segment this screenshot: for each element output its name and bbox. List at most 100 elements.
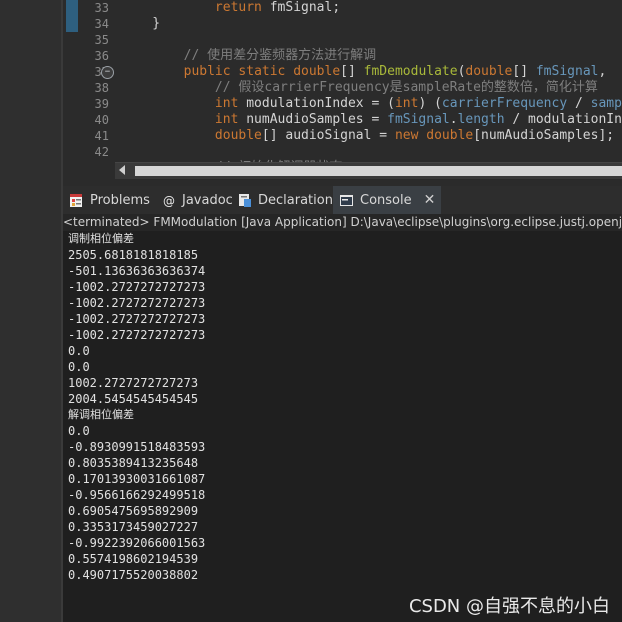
code-token: fmDemodulate [363, 64, 458, 79]
code-token: int [394, 96, 419, 111]
code-token: / [567, 96, 591, 111]
console-line: 0.6905475695892909 [68, 504, 199, 518]
console-icon [339, 193, 354, 208]
console-line: -1002.2727272727273 [68, 280, 206, 294]
code-line[interactable]: double[] audioSignal = new double[numAud… [121, 128, 614, 144]
code-token: [] audioSignal = [261, 128, 395, 143]
console-line: -0.9922392066001563 [68, 536, 206, 550]
code-token: int [214, 96, 247, 111]
close-icon[interactable]: ✕ [424, 192, 436, 208]
svg-text:@: @ [163, 194, 175, 208]
code-token: . [449, 112, 458, 127]
console-line: 0.8035389413235648 [68, 456, 199, 470]
line-number: 43 [79, 160, 109, 163]
line-number: 35 [94, 33, 109, 47]
console-line: 0.0 [68, 360, 90, 374]
tab-problems[interactable]: Problems [69, 186, 150, 214]
console-line: -1002.2727272727273 [68, 296, 206, 310]
code-token: fmSignal [535, 64, 599, 79]
code-token: double [465, 64, 513, 79]
console-line: 调制相位偏差 [68, 232, 134, 245]
tab-console[interactable]: Console ✕ [333, 186, 441, 214]
code-token: length [457, 112, 505, 127]
change-marker [66, 0, 78, 16]
fold-toggle-icon[interactable]: − [101, 66, 114, 79]
code-line[interactable]: int numAudioSamples = fmSignal.length / … [121, 112, 622, 128]
scroll-left-icon[interactable] [119, 165, 125, 175]
console-line: 2505.6818181818185 [68, 248, 199, 262]
console-line: 0.0 [68, 344, 90, 358]
problems-icon [69, 193, 84, 208]
code-token: return [214, 0, 270, 15]
code-token: / modulationIn [504, 112, 622, 127]
console-line: 0.4907175520038802 [68, 568, 199, 582]
code-token: new double [394, 128, 474, 143]
console-line: -1002.2727272727273 [68, 312, 206, 326]
code-line[interactable]: // 使用差分鉴频器方法进行解调 [121, 48, 376, 64]
code-token: [] [512, 64, 536, 79]
code-token: // 假设carrierFrequency是sampleRate的整数倍，简化计… [214, 80, 598, 95]
console-line: -501.13636363636374 [68, 264, 206, 278]
console-line: 0.5574198602194539 [68, 552, 199, 566]
console-line: 0.17013930031661087 [68, 472, 206, 486]
bottom-panel-tabs: Problems @ Javadoc Declaration Console ✕ [63, 186, 622, 215]
code-token: [numAudioSamples]; [473, 128, 615, 143]
watermark-text: CSDN @自强不息的小白 [408, 596, 610, 617]
tab-label: Declaration [258, 192, 333, 208]
code-line[interactable]: int modulationIndex = (int) (carrierFreq… [121, 96, 622, 112]
code-token: [] [340, 64, 364, 79]
console-header: <terminated> FMModulation [Java Applicat… [63, 214, 622, 231]
code-token: fmSignal [387, 112, 450, 127]
line-number: 42 [94, 145, 109, 159]
console-line: 2004.5454545454545 [68, 392, 199, 406]
code-token: int [214, 112, 247, 127]
console-line: 1002.2727272727273 [68, 376, 199, 390]
console-line: 0.0 [68, 424, 90, 438]
code-token: modulationIndex = ( [246, 96, 395, 111]
tab-label: Console [360, 192, 412, 208]
console-output[interactable]: 调制相位偏差 2505.6818181818185 -501.136363636… [63, 231, 622, 622]
code-token: , [598, 64, 615, 79]
tab-label: Problems [90, 192, 150, 208]
code-token: } [121, 16, 161, 31]
horizontal-scrollbar[interactable] [115, 162, 622, 179]
code-token: fmSignal; [269, 0, 341, 15]
line-number-gutter: 33 34 35 36 37 − 38 39 40 41 42 43 [63, 0, 114, 163]
code-token: // 使用差分鉴频器方法进行解调 [183, 48, 377, 63]
code-line[interactable]: // 假设carrierFrequency是sampleRate的整数倍，简化计… [121, 80, 598, 96]
code-token: samp [590, 96, 622, 111]
tab-javadoc[interactable]: @ Javadoc [161, 186, 233, 214]
tab-declaration[interactable]: Declaration [237, 186, 333, 214]
line-number: 36 [94, 49, 109, 63]
line-number: 34 [94, 17, 109, 31]
line-number: 33 [94, 1, 109, 15]
line-number: 41 [94, 129, 109, 143]
code-line[interactable]: } [121, 16, 160, 32]
console-line: 解调相位偏差 [68, 408, 134, 421]
code-token: carrierFrequency [441, 96, 568, 111]
console-line: -0.9566166292499518 [68, 488, 206, 502]
line-number: 38 [94, 81, 109, 95]
line-number: 40 [94, 113, 109, 127]
code-editor[interactable]: 33 34 35 36 37 − 38 39 40 41 42 43 retur… [63, 0, 622, 163]
code-line[interactable]: public static double[] fmDemodulate(doub… [121, 64, 614, 80]
tab-label: Javadoc [182, 192, 233, 208]
left-panel-gutter [0, 0, 62, 622]
console-line: -0.8930991518483593 [68, 440, 206, 454]
code-line[interactable]: return fmSignal; [121, 0, 340, 16]
change-marker [66, 16, 78, 32]
code-token: numAudioSamples = [246, 112, 388, 127]
scrollbar-thumb[interactable] [135, 166, 622, 176]
console-line: -1002.2727272727273 [68, 328, 206, 342]
console-line: 0.3353173459027227 [68, 520, 199, 534]
code-token: ) ( [418, 96, 442, 111]
line-number: 39 [94, 97, 109, 111]
javadoc-icon: @ [161, 193, 176, 208]
